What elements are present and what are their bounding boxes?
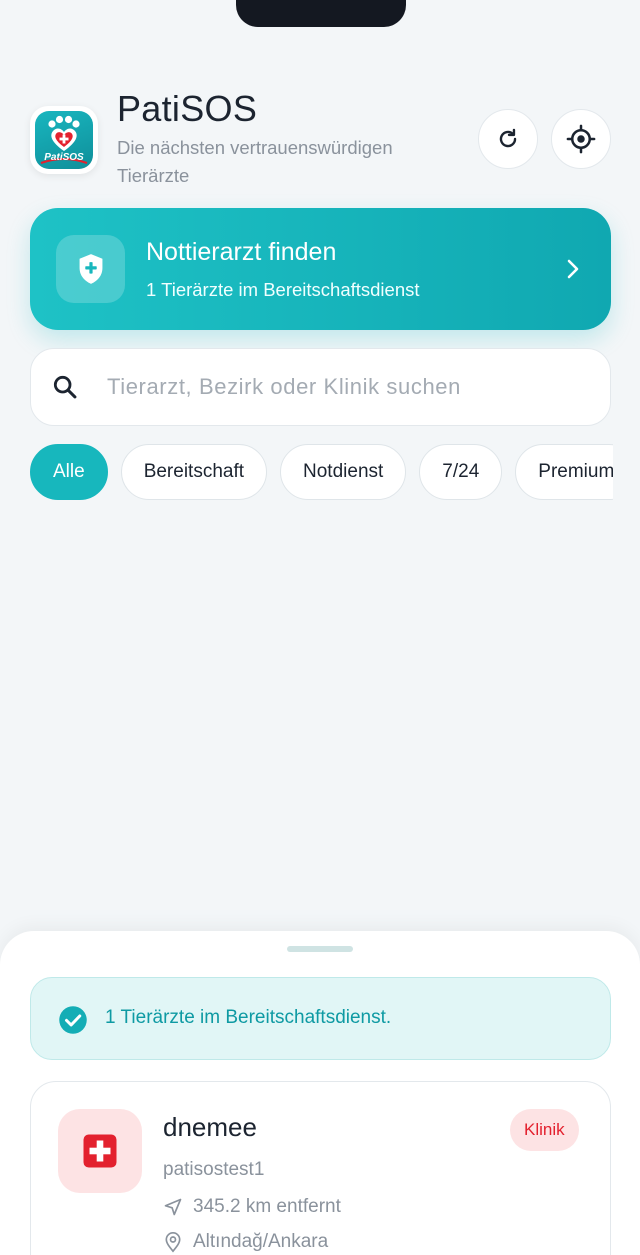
clinic-icon-wrap — [58, 1109, 142, 1193]
crosshair-icon — [566, 124, 596, 154]
svg-text:PatiSOS: PatiSOS — [44, 152, 84, 163]
results-sheet[interactable]: 1 Tierärzte im Bereitschaftsdienst. dnem… — [0, 931, 640, 1255]
app-title: PatiSOS — [117, 88, 258, 129]
clinic-name: dnemee — [163, 1112, 257, 1142]
search-input[interactable] — [107, 367, 587, 407]
emergency-title: Nottierarzt finden — [146, 238, 337, 266]
sheet-drag-handle[interactable] — [287, 946, 353, 952]
filter-chips: Alle Bereitschaft Notdienst 7/24 Premium — [30, 444, 613, 500]
clinic-type-badge: Klinik — [510, 1109, 579, 1151]
navigation-arrow-icon — [164, 1198, 182, 1216]
medical-cross-icon — [83, 1134, 117, 1168]
filter-chip-all[interactable]: Alle — [30, 444, 108, 500]
refresh-button[interactable] — [478, 109, 538, 169]
filter-chip-on-call[interactable]: Bereitschaft — [120, 444, 268, 500]
emergency-icon-wrap — [56, 235, 125, 303]
clinic-card[interactable]: dnemee Klinik patisostest1 345.2 km entf… — [30, 1081, 611, 1255]
map-pin-icon — [165, 1232, 181, 1253]
on-call-info-banner: 1 Tierärzte im Bereitschaftsdienst. — [30, 977, 611, 1060]
search-icon — [53, 375, 77, 399]
emergency-subtitle: 1 Tierärzte im Bereitschaftsdienst — [146, 279, 420, 300]
app-logo: PatiSOS — [30, 106, 98, 174]
paw-heart-icon: PatiSOS — [40, 115, 88, 164]
check-circle-icon — [59, 1006, 87, 1034]
filter-chip-24-7[interactable]: 7/24 — [419, 444, 503, 500]
clinic-distance: 345.2 km entfernt — [193, 1196, 341, 1217]
filter-chip-emergency[interactable]: Notdienst — [280, 444, 407, 500]
shield-plus-icon — [79, 254, 102, 284]
filter-chip-premium[interactable]: Premium — [515, 444, 613, 500]
device-notch — [236, 0, 406, 27]
locate-button[interactable] — [551, 109, 611, 169]
search-box[interactable] — [30, 348, 611, 426]
clinic-location: Altındağ/Ankara — [193, 1231, 329, 1252]
chevron-right-icon — [567, 259, 579, 279]
emergency-vet-card[interactable]: Nottierarzt finden 1 Tierärzte im Bereit… — [30, 208, 611, 330]
app-subtitle: Die nächsten vertrauenswürdigen Tierärzt… — [117, 137, 393, 186]
banner-text: 1 Tierärzte im Bereitschaftsdienst. — [105, 1007, 392, 1028]
refresh-icon — [499, 128, 517, 148]
clinic-distance-row: 345.2 km entfernt — [163, 1196, 341, 1218]
clinic-owner: patisostest1 — [163, 1159, 265, 1180]
clinic-location-row: Altındağ/Ankara — [163, 1231, 328, 1253]
